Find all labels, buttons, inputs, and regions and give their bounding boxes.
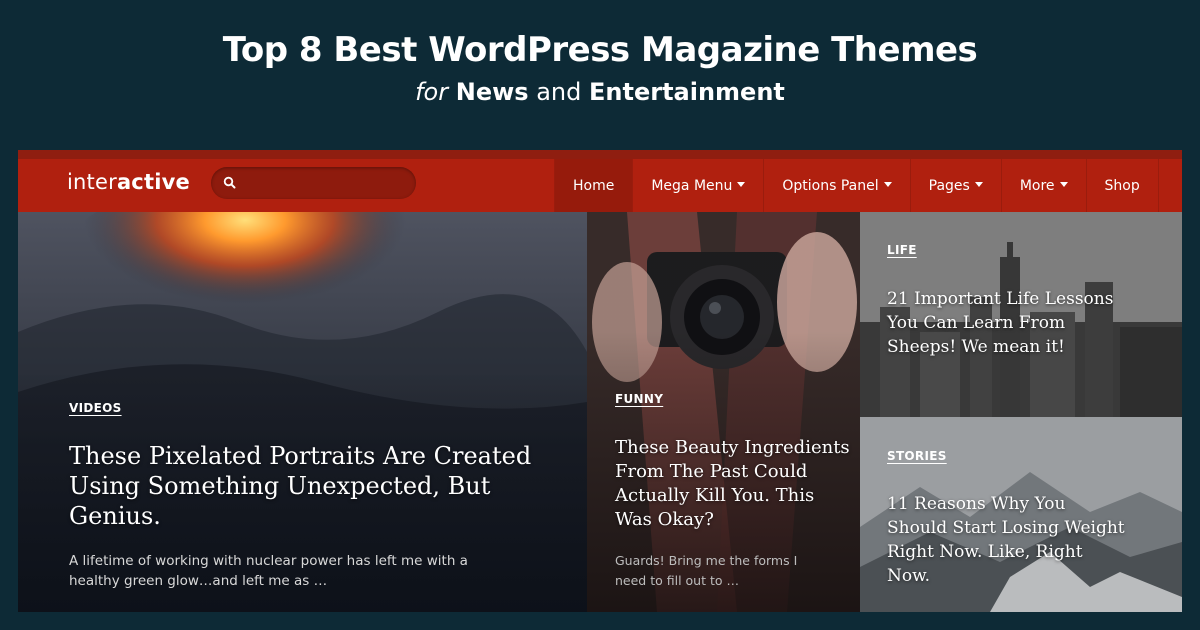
nav-options-panel-label: Options Panel [782, 177, 879, 194]
nav-mega-menu-label: Mega Menu [651, 177, 733, 194]
featured-post-life[interactable]: LIFE 21 Important Life Lessons You Can L… [860, 212, 1182, 417]
nav-home[interactable]: Home [554, 159, 633, 212]
post-title[interactable]: 11 Reasons Why You Should Start Losing W… [887, 492, 1127, 588]
subtitle-for: for [415, 78, 449, 106]
logo-light: inter [67, 170, 117, 194]
chevron-down-icon [883, 182, 892, 187]
search-box[interactable] [211, 167, 416, 199]
nav-mega-menu[interactable]: Mega Menu [632, 159, 763, 212]
logo-bold: active [116, 170, 190, 194]
featured-post-funny[interactable]: FUNNY These Beauty Ingredients From The … [587, 212, 860, 612]
banner-subtitle: for News and Entertainment [0, 78, 1200, 106]
category-link[interactable]: STORIES [887, 449, 947, 463]
chevron-down-icon [974, 182, 983, 187]
post-title[interactable]: 21 Important Life Lessons You Can Learn … [887, 287, 1127, 359]
nav-more-label: More [1019, 177, 1055, 194]
chevron-down-icon [737, 182, 746, 187]
nav-options-panel[interactable]: Options Panel [763, 159, 909, 212]
category-link[interactable]: FUNNY [615, 392, 663, 406]
nav-pages-label: Pages [928, 177, 970, 194]
post-excerpt: Guards! Bring me the forms I need to fil… [615, 553, 798, 588]
category-link[interactable]: LIFE [887, 243, 917, 257]
chevron-down-icon [1059, 182, 1068, 187]
nav-shop[interactable]: Shop [1085, 159, 1159, 212]
featured-post-videos[interactable]: VIDEOS These Pixelated Portraits Are Cre… [18, 212, 587, 612]
navbar: interactive Home Mega Menu Options Panel… [18, 159, 1182, 212]
nav-pages[interactable]: Pages [909, 159, 1001, 212]
featured-post-stories[interactable]: STORIES 11 Reasons Why You Should Start … [860, 417, 1182, 612]
subtitle-news: News [455, 78, 529, 106]
theme-preview: interactive Home Mega Menu Options Panel… [18, 150, 1182, 612]
main-menu: Home Mega Menu Options Panel Pages More … [554, 159, 1159, 212]
search-input[interactable] [243, 171, 408, 195]
post-title[interactable]: These Pixelated Portraits Are Created Us… [69, 441, 539, 531]
search-icon[interactable] [223, 176, 237, 190]
top-strip [18, 150, 1182, 159]
post-excerpt: A lifetime of working with nuclear power… [69, 553, 468, 589]
nav-shop-label: Shop [1104, 177, 1140, 194]
nav-home-label: Home [573, 177, 615, 194]
site-logo[interactable]: interactive [67, 170, 190, 194]
post-title[interactable]: These Beauty Ingredients From The Past C… [615, 436, 850, 532]
subtitle-and: and [536, 78, 582, 106]
banner-title: Top 8 Best WordPress Magazine Themes [222, 30, 978, 70]
nav-more[interactable]: More [1000, 159, 1086, 212]
category-link[interactable]: VIDEOS [69, 401, 122, 415]
subtitle-entertainment: Entertainment [589, 78, 785, 106]
